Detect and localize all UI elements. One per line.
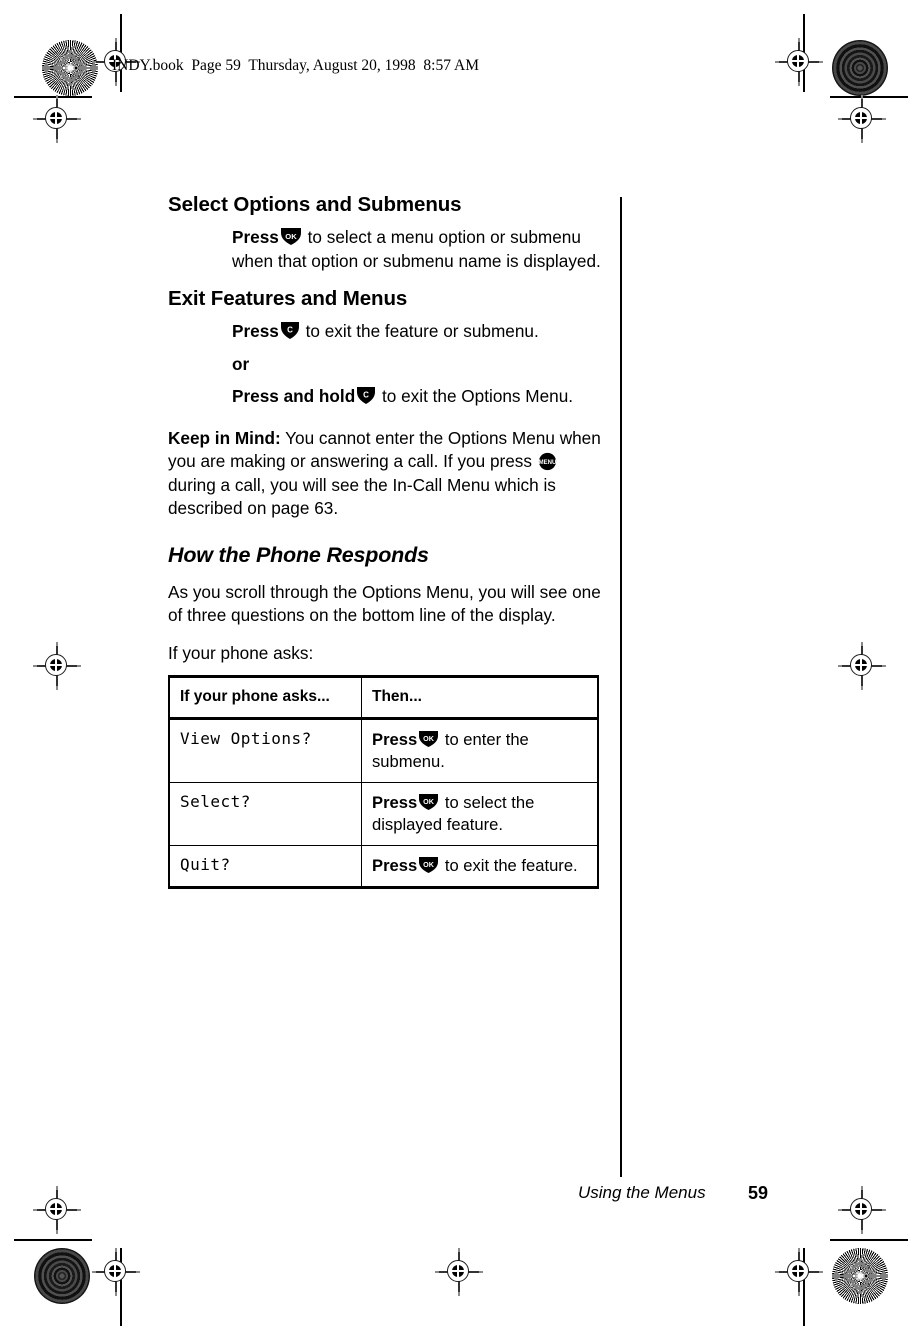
ok-key-icon: OK [418,856,439,874]
trim-line-bottom-left [14,1239,92,1241]
registration-mark-bottom-right [775,1248,823,1296]
svg-text:MENU: MENU [538,460,556,466]
svg-text:C: C [363,390,369,399]
table-header-row: If your phone asks... Then... [168,675,599,720]
clear-key-icon: C [280,321,300,340]
action-cell: Press OK to select the displayed feature… [361,782,599,846]
registration-mark-bottom-center [435,1248,483,1296]
action-text: to exit the feature. [440,856,578,875]
registration-mark-upper-left [33,95,81,143]
heading-how-phone-responds: How the Phone Responds [168,542,429,567]
registration-mark-bottom-left [92,1248,140,1296]
footer-section-label: Using the Menus [578,1183,706,1202]
registration-mark-upper-right [838,95,886,143]
table-row: Quit? Press OK to exit the feature. [168,845,599,889]
table-row: View Options? Press OK to enter the subm… [168,718,599,783]
column-header-action: Then... [361,675,599,720]
paragraph-exit-line2: Press and hold C to exit the Options Men… [232,385,604,409]
paragraph-how-1: As you scroll through the Options Menu, … [168,581,601,626]
ok-key-icon: OK [418,730,439,748]
press-label: Press [372,793,418,812]
press-label: Press [232,227,279,247]
keep-in-mind-label: Keep in Mind: [168,427,281,448]
svg-text:OK: OK [285,232,297,241]
registration-mark-mid-left [33,642,81,690]
paragraph-how-2: If your phone asks: [168,642,314,663]
trim-line-bottom-right [830,1239,908,1241]
registration-mark-mid-right [838,642,886,690]
clear-key-icon: C [356,386,376,405]
press-label: Press [232,321,279,341]
registration-mark-lower-right [838,1186,886,1234]
svg-text:OK: OK [423,797,435,806]
phone-prompt-text: View Options? [168,718,362,783]
registration-mark-lower-left [33,1186,81,1234]
svg-text:OK: OK [423,734,435,743]
phone-prompts-table: If your phone asks... Then... View Optio… [168,675,599,889]
svg-text:C: C [287,325,293,334]
paragraph-keep-in-mind: Keep in Mind: You cannot enter the Optio… [168,427,603,521]
press-label: Press [372,730,418,749]
footer-page-number: 59 [748,1183,769,1203]
phone-prompt-text: Quit? [168,845,362,889]
paragraph-text: to exit the feature or submenu. [300,321,539,341]
svg-text:OK: OK [423,860,435,869]
menu-key-icon: MENU [538,452,557,471]
starburst-target-top-left [42,40,98,96]
ok-key-icon: OK [418,793,439,811]
column-header-prompt: If your phone asks... [168,675,362,720]
ok-key-icon: OK [280,227,302,246]
or-label: or [232,353,250,374]
registration-mark-top-right [775,38,823,86]
keep-in-mind-text-2: during a call, you will see the In-Call … [168,474,556,519]
press-label: Press [372,856,418,875]
book-file-header: INDY.book Page 59 Thursday, August 20, 1… [112,57,479,74]
press-and-hold-label: Press and hold [232,386,356,406]
ring-target-top-right [832,40,888,96]
paragraph-select-options: Press OK to select a menu option or subm… [232,226,604,273]
page-content: Select Options and Submenus Press OK to … [168,193,603,889]
table-row: Select? Press OK to select the displayed… [168,782,599,846]
heading-exit-features: Exit Features and Menus [168,287,408,310]
action-cell: Press OK to enter the submenu. [361,718,599,783]
margin-rule [620,197,622,1177]
phone-prompt-text: Select? [168,782,362,846]
starburst-target-bottom-right [832,1248,888,1304]
action-cell: Press OK to exit the feature. [361,845,599,889]
paragraph-exit-line1: Press C to exit the feature or submenu. [232,320,604,344]
ring-target-bottom-left [34,1248,90,1304]
heading-select-options: Select Options and Submenus [168,193,462,216]
paragraph-or: or [232,353,604,377]
paragraph-text: to exit the Options Menu. [377,386,574,406]
